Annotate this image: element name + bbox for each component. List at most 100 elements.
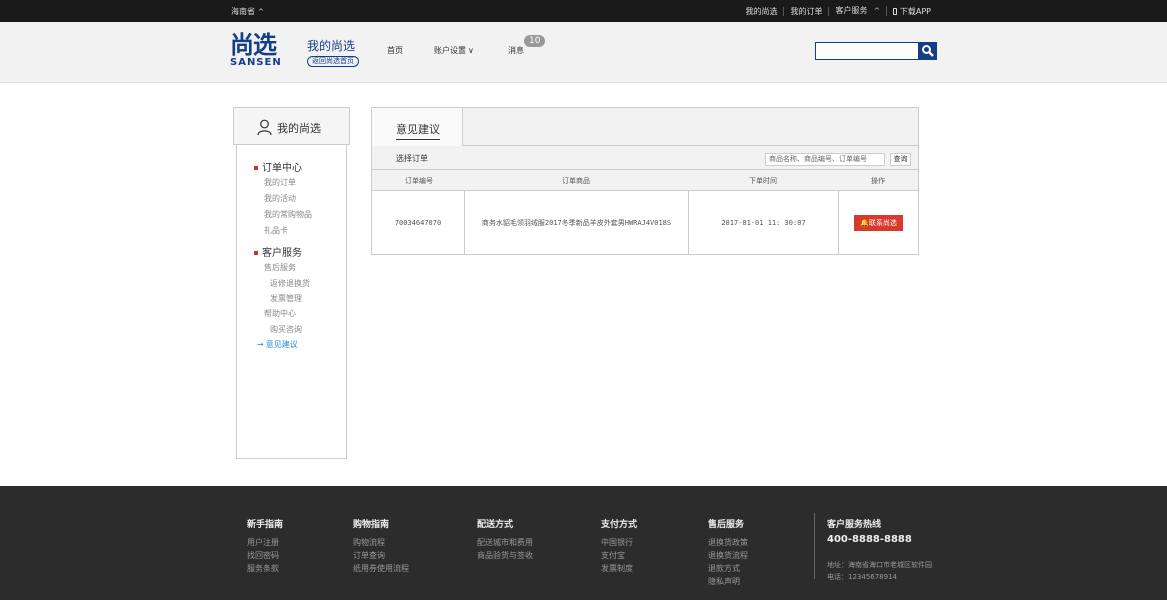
chevron-up-icon: ^	[874, 7, 880, 15]
bullet-square-icon	[254, 166, 258, 170]
footer-hotline: 客户服务热线 400-8888-8888 地址：海南省海口市老城区软件园 电话：…	[827, 517, 932, 583]
footer-link[interactable]: 退换货政策	[708, 536, 748, 549]
top-link-my-sansen[interactable]: 我的尚选	[739, 6, 785, 16]
bell-icon: 🔔	[860, 218, 869, 227]
tab-feedback-label: 意见建议	[396, 121, 440, 140]
footer-col-payment: 支付方式 中国银行 支付宝 发票制度	[601, 517, 637, 575]
sidebar-title: 我的尚选	[277, 122, 321, 135]
logo-cn: 尚选	[230, 31, 277, 59]
footer-col-title: 配送方式	[477, 520, 514, 530]
back-home-link[interactable]: 返回尚选首页	[307, 56, 359, 67]
page-title: 我的尚选	[307, 39, 356, 53]
site-logo[interactable]: 尚选 SANSEN	[230, 32, 294, 70]
search-input[interactable]	[815, 42, 919, 60]
footer-phone: 电话：12345678914	[827, 573, 897, 581]
footer-col-beginner: 新手指南 用户注册 找回密码 服务条款	[247, 517, 283, 575]
footer-link[interactable]: 找回密码	[247, 549, 283, 562]
sidebar-header: 我的尚选	[233, 107, 350, 145]
action-cell: 🔔联系尚选	[839, 191, 918, 254]
site-header: 尚选 SANSEN 我的尚选 返回尚选首页 首页 账户设置 ∨ 消息 10	[0, 22, 1167, 83]
footer-col-title: 支付方式	[601, 520, 638, 530]
sidebar-item-gift-card[interactable]: 礼品卡	[264, 225, 288, 236]
footer-col-title: 新手指南	[247, 520, 284, 530]
chevron-down-icon: ∨	[468, 46, 474, 55]
main-panel: 意见建议 选择订单 商品名称、商品编号、订单编号 查询 订单编号 订单商品 下单…	[371, 107, 919, 255]
column-order-time: 下单时间	[749, 177, 777, 185]
sidebar-item-returns[interactable]: 返修退换货	[270, 278, 310, 289]
top-links: 我的尚选 我的订单 客户服务 ^ 下载APP	[739, 0, 937, 22]
section-customer-service: 客户服务	[254, 244, 302, 259]
phone-icon	[892, 7, 897, 15]
table-header: 订单编号 订单商品 下单时间 操作	[372, 170, 918, 191]
nav-messages[interactable]: 消息	[508, 45, 524, 56]
search-icon	[922, 45, 934, 57]
nav-account-settings[interactable]: 账户设置 ∨	[434, 45, 474, 56]
user-icon	[257, 119, 272, 136]
sidebar: 我的尚选 订单中心 我的订单 我的活动 我的常购物品 礼品卡 客户服务 售后服务…	[233, 107, 350, 459]
product-cell[interactable]: 商务水貂毛领羽绒服2017冬季新品羊皮外套男HWRAJ4V018S	[465, 191, 689, 254]
hotline-title: 客户服务热线	[827, 520, 882, 530]
sidebar-item-after-sale[interactable]: 售后服务	[264, 262, 296, 273]
footer-col-title: 售后服务	[708, 520, 745, 530]
footer-link[interactable]: 订单查询	[353, 549, 409, 562]
footer-link[interactable]: 发票制度	[601, 562, 637, 575]
search-button[interactable]	[919, 42, 937, 60]
nav-home[interactable]: 首页	[387, 45, 403, 56]
footer-link[interactable]: 用户注册	[247, 536, 283, 549]
column-order-no: 订单编号	[405, 177, 433, 185]
sidebar-menu: 订单中心 我的订单 我的活动 我的常购物品 礼品卡 客户服务 售后服务 返修退换…	[236, 145, 347, 459]
sidebar-item-purchase-consult[interactable]: 购买咨询	[270, 324, 302, 335]
footer-col-delivery: 配送方式 配送城市和费用 商品验货与签收	[477, 517, 533, 562]
region-selector[interactable]: 海南省 ^	[231, 6, 264, 17]
footer-link[interactable]: 隐私声明	[708, 575, 748, 588]
message-count-badge: 10	[524, 35, 546, 47]
column-action: 操作	[871, 177, 885, 185]
arrow-right-icon: →	[257, 340, 264, 349]
footer-link[interactable]: 购物流程	[353, 536, 409, 549]
footer-link[interactable]: 支付宝	[601, 549, 637, 562]
hotline-number: 400-8888-8888	[827, 534, 912, 545]
sidebar-item-my-activities[interactable]: 我的活动	[264, 193, 296, 204]
query-button[interactable]: 查询	[890, 153, 911, 166]
sidebar-item-help-center[interactable]: 帮助中心	[264, 308, 296, 319]
footer-divider	[814, 513, 815, 579]
logo-en: SANSEN	[230, 57, 282, 68]
footer-link[interactable]: 退款方式	[708, 562, 748, 575]
tab-feedback[interactable]: 意见建议	[372, 108, 463, 147]
chevron-up-icon: ^	[258, 8, 264, 16]
section-order-center-label: 订单中心	[262, 163, 302, 174]
footer-link[interactable]: 退换货流程	[708, 549, 748, 562]
site-footer: 新手指南 用户注册 找回密码 服务条款 购物指南 购物流程 订单查询 纸用券使用…	[0, 486, 1167, 600]
footer-link[interactable]: 服务条款	[247, 562, 283, 575]
order-no-cell: 70034647070	[372, 191, 465, 254]
page-title-block: 我的尚选 返回尚选首页	[307, 37, 359, 67]
sidebar-item-my-orders[interactable]: 我的订单	[264, 177, 296, 188]
order-filter-bar: 选择订单 商品名称、商品编号、订单编号 查询	[372, 146, 918, 170]
top-link-download-app[interactable]: 下载APP	[887, 7, 937, 16]
top-link-my-orders[interactable]: 我的订单	[784, 6, 830, 16]
contact-button[interactable]: 🔔联系尚选	[854, 214, 903, 231]
footer-link[interactable]: 纸用券使用流程	[353, 562, 409, 575]
sidebar-item-feedback[interactable]: → 意见建议	[257, 339, 298, 350]
order-time-cell: 2017-01-01 11: 30:07	[689, 191, 839, 254]
top-link-customer-service[interactable]: 客户服务 ^	[829, 6, 887, 16]
bullet-square-icon	[254, 251, 258, 255]
section-customer-service-label: 客户服务	[262, 248, 302, 259]
section-order-center: 订单中心	[254, 159, 302, 174]
footer-address: 地址：海南省海口市老城区软件园	[827, 561, 932, 569]
column-product: 订单商品	[562, 177, 590, 185]
select-order-label: 选择订单	[396, 154, 428, 163]
sidebar-item-feedback-label: 意见建议	[265, 340, 298, 349]
sidebar-item-invoice[interactable]: 发票管理	[270, 293, 302, 304]
order-search-input[interactable]: 商品名称、商品编号、订单编号	[765, 153, 885, 166]
footer-link[interactable]: 配送城市和费用	[477, 536, 533, 549]
sidebar-item-frequent-items[interactable]: 我的常购物品	[264, 209, 312, 220]
region-label: 海南省	[231, 7, 255, 16]
download-app-label: 下载APP	[899, 6, 931, 16]
footer-col-after-sale: 售后服务 退换货政策 退换货流程 退款方式 隐私声明	[708, 517, 748, 588]
footer-col-shopping: 购物指南 购物流程 订单查询 纸用券使用流程	[353, 517, 409, 575]
nav-account-label: 账户设置	[434, 46, 466, 55]
footer-link[interactable]: 商品验货与签收	[477, 549, 533, 562]
footer-link[interactable]: 中国银行	[601, 536, 637, 549]
customer-service-label: 客户服务	[835, 6, 868, 15]
